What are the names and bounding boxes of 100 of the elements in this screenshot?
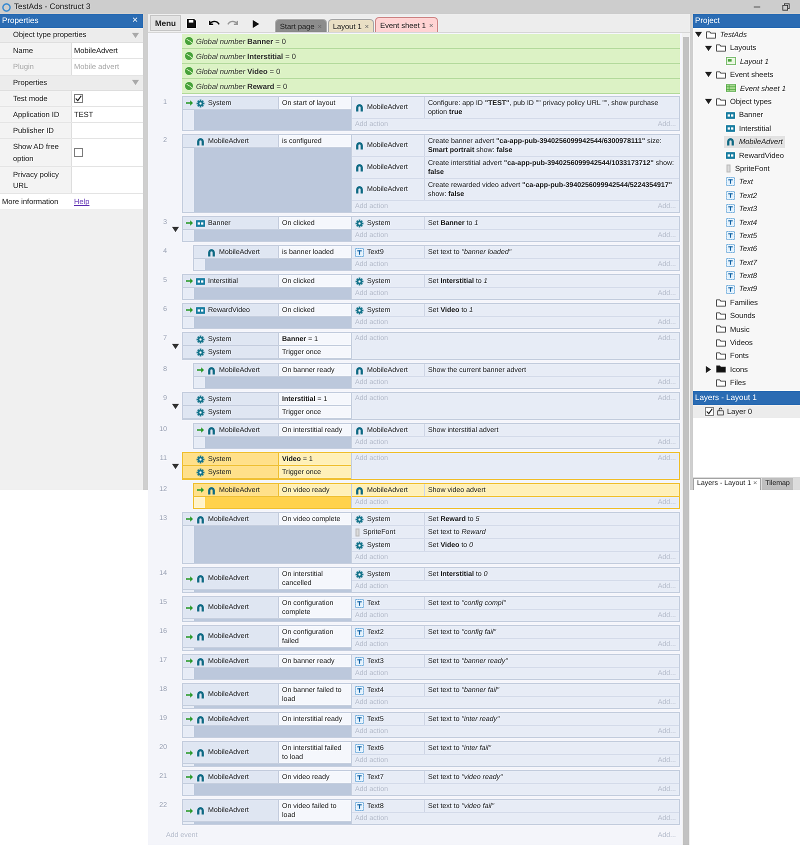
text-object-icon (355, 598, 364, 608)
window-title: TestAds - Construct 3 (14, 1, 90, 13)
globe-icon (185, 37, 193, 45)
folder-icon (716, 98, 726, 106)
save-icon[interactable] (186, 19, 196, 28)
text-object-icon (726, 284, 735, 294)
arch-icon (196, 136, 205, 146)
trigger-arrow-icon (197, 487, 204, 493)
gear-icon (196, 348, 205, 356)
collapse-arrow-icon[interactable] (695, 31, 702, 38)
text-object-icon (726, 258, 735, 267)
trigger-arrow-icon (186, 220, 193, 226)
arch-icon (355, 185, 364, 194)
arch-icon (196, 714, 205, 724)
trigger-arrow-icon (186, 516, 193, 522)
arch-icon (196, 603, 205, 612)
button-object-icon (726, 152, 735, 159)
arch-icon (196, 806, 205, 815)
text-object-icon (355, 686, 364, 694)
collapse-arrow-icon[interactable] (172, 402, 179, 410)
gear-icon (355, 306, 364, 314)
app-logo-icon (2, 2, 11, 12)
arch-icon (196, 690, 205, 699)
arch-icon (196, 748, 205, 757)
trigger-arrow-icon (186, 576, 193, 582)
undo-icon[interactable] (208, 19, 220, 28)
gear-icon (355, 514, 364, 524)
text-object-icon (726, 244, 735, 254)
menu-button[interactable]: Menu (150, 15, 181, 31)
collapse-arrow-icon[interactable] (705, 44, 712, 52)
collapse-arrow-icon[interactable] (172, 462, 179, 470)
event-sheet-icon (726, 84, 736, 92)
arch-icon (207, 426, 216, 434)
arch-icon (355, 103, 364, 112)
collapse-arrow-icon[interactable] (705, 71, 712, 78)
checkbox[interactable] (74, 148, 83, 157)
globe-icon (185, 67, 193, 75)
trigger-arrow-icon (186, 716, 193, 722)
button-object-icon (196, 306, 205, 314)
arch-icon (196, 772, 205, 782)
arch-icon (207, 248, 216, 256)
gear-icon (196, 454, 205, 464)
close-button[interactable]: × (129, 16, 141, 26)
globe-icon (185, 52, 193, 60)
text-object-icon (355, 656, 364, 666)
check-icon (75, 94, 82, 102)
unlocked-icon[interactable] (717, 407, 724, 416)
arch-icon (196, 632, 205, 641)
arch-icon (207, 366, 216, 374)
arch-icon (355, 486, 364, 494)
checkbox[interactable] (74, 94, 83, 103)
text-object-icon (726, 231, 735, 240)
gear-icon (196, 98, 205, 108)
text-object-icon (726, 204, 735, 214)
globe-icon (185, 82, 193, 90)
arch-icon (726, 137, 735, 146)
trigger-arrow-icon (197, 367, 204, 373)
play-icon[interactable] (252, 20, 260, 28)
checkbox[interactable] (705, 407, 714, 416)
gear-icon (355, 570, 364, 578)
text-object-icon (726, 190, 735, 200)
panel-title: Properties (2, 15, 38, 27)
sprite-font-icon (726, 164, 731, 174)
gear-icon (196, 408, 205, 416)
gear-icon (196, 334, 205, 344)
folder-icon (716, 70, 726, 79)
arch-icon (196, 574, 205, 583)
trigger-arrow-icon (186, 750, 193, 756)
restore-icon[interactable] (782, 3, 790, 11)
gear-icon (196, 394, 205, 404)
trigger-arrow-icon (197, 427, 204, 433)
collapse-arrow-icon[interactable] (172, 226, 179, 232)
gear-icon (355, 540, 364, 550)
trigger-arrow-icon (186, 808, 193, 814)
expand-arrow-icon[interactable] (705, 366, 712, 373)
arch-icon (355, 426, 364, 434)
event-block[interactable] (182, 134, 680, 213)
layout-icon (726, 57, 736, 66)
arch-icon (196, 514, 205, 524)
trigger-arrow-icon (186, 100, 193, 106)
button-object-icon (726, 112, 735, 119)
gear-icon (355, 276, 364, 286)
sprite-font-icon (355, 528, 360, 536)
text-object-icon (355, 802, 364, 810)
trigger-arrow-icon (186, 634, 193, 640)
panel-title: Layers - Layout 1 (695, 392, 757, 404)
gear-icon (196, 468, 205, 476)
arch-icon (355, 366, 364, 374)
trigger-arrow-icon (186, 307, 193, 313)
collapse-arrow-icon[interactable] (172, 342, 179, 350)
text-object-icon (355, 744, 364, 752)
collapse-arrow-icon[interactable] (705, 98, 712, 106)
scrollbar[interactable] (682, 33, 690, 845)
trigger-arrow-icon (186, 278, 193, 284)
text-object-icon (726, 218, 735, 227)
trigger-arrow-icon (186, 774, 193, 780)
button-object-icon (196, 278, 205, 284)
check-icon (706, 408, 713, 415)
text-object-icon (355, 714, 364, 724)
gear-icon (355, 218, 364, 228)
